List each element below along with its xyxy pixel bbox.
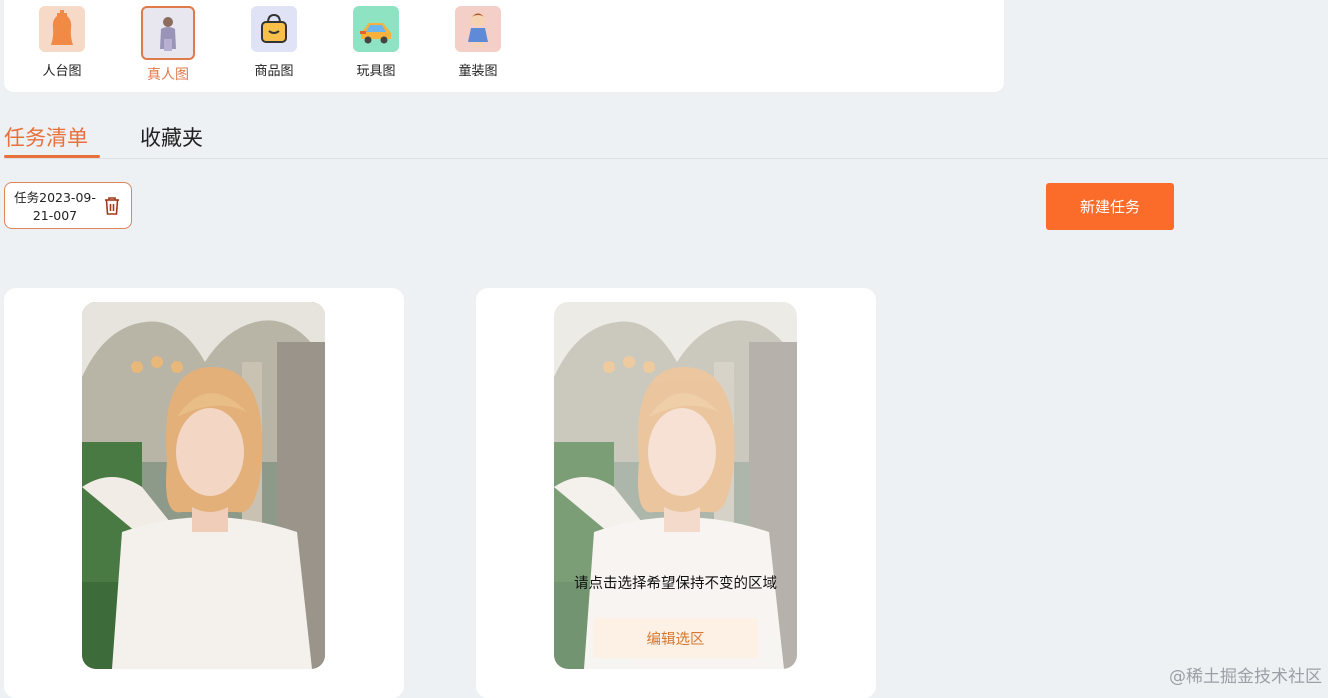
category-toy[interactable]: 玩具图 [336,6,416,79]
tab-favorites[interactable]: 收藏夹 [140,122,203,152]
category-label: 童装图 [458,64,498,79]
task-chip[interactable]: 任务2023-09-21-007 [4,182,132,229]
model-photo-icon [141,6,195,60]
category-label: 商品图 [254,64,294,79]
category-label: 人台图 [42,64,82,79]
tab-bar: 任务清单 收藏夹 [4,118,1328,159]
new-task-button[interactable]: 新建任务 [1046,183,1174,230]
category-mannequin[interactable]: 人台图 [22,6,102,79]
category-product[interactable]: 商品图 [234,6,314,79]
edit-selection-button[interactable]: 编辑选区 [593,618,758,658]
category-panel: 人台图 真人图 商品图 玩具图 童装图 [4,0,1004,92]
category-kids[interactable]: 童装图 [438,6,518,79]
mannequin-icon [39,6,85,52]
child-clothing-icon [455,6,501,52]
category-label: 真人图 [147,67,189,83]
model-photo[interactable]: 请点击选择希望保持不变的区域 编辑选区 [554,302,797,669]
category-real-person[interactable]: 真人图 [128,6,208,84]
task-name: 任务2023-09-21-007 [14,190,96,223]
active-tab-indicator [4,155,100,158]
image-card-original [4,288,404,698]
category-label: 玩具图 [356,64,396,79]
trash-icon[interactable] [103,196,121,216]
model-photo[interactable] [82,302,325,669]
toy-car-icon [353,6,399,52]
shopping-bag-icon [251,6,297,52]
selection-hint: 请点击选择希望保持不变的区域 [574,576,777,592]
watermark: @稀土掘金技术社区 [1169,667,1322,687]
tab-task-list[interactable]: 任务清单 [4,122,88,152]
image-card-editable: 请点击选择希望保持不变的区域 编辑选区 [476,288,876,698]
